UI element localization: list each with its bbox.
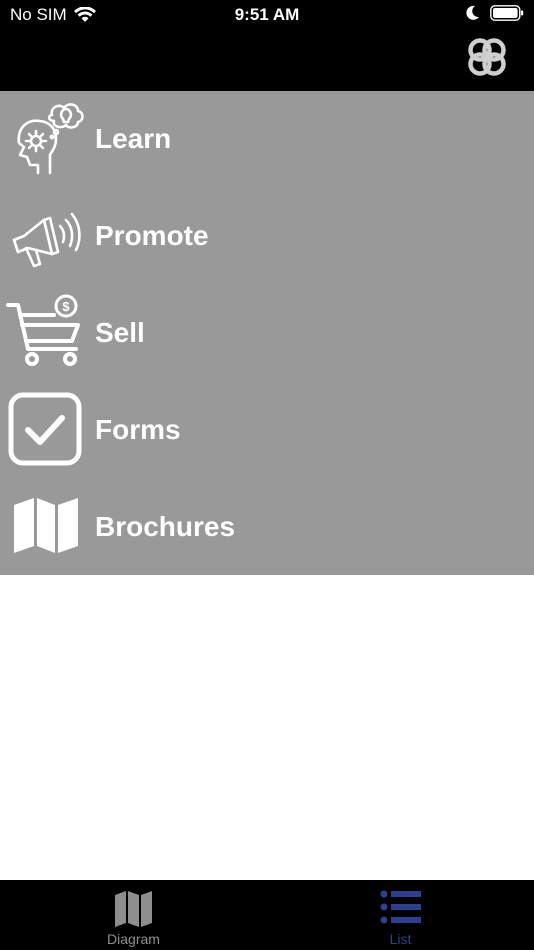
- map-icon: [114, 891, 152, 927]
- moon-icon: [466, 5, 479, 20]
- menu-item-brochures[interactable]: Brochures: [0, 478, 534, 575]
- menu-item-label: Forms: [95, 413, 181, 445]
- menu-item-label: Brochures: [95, 510, 236, 542]
- head-gears-lightbulb-icon: [6, 99, 86, 179]
- menu-item-label: Sell: [95, 316, 145, 348]
- tab-bar: Diagram List: [0, 880, 534, 950]
- menu-list: Learn Promote $ Sell Forms Brochures: [0, 91, 534, 575]
- list-icon: [380, 890, 421, 924]
- status-bar: No SIM 9:51 AM: [0, 0, 534, 30]
- map-icon: [6, 487, 86, 567]
- battery-icon: [490, 5, 524, 21]
- megaphone-icon: [6, 196, 86, 276]
- tab-label: Diagram: [107, 931, 160, 947]
- menu-item-sell[interactable]: $ Sell: [0, 285, 534, 382]
- menu-item-label: Learn: [95, 123, 172, 155]
- svg-text:$: $: [62, 299, 70, 314]
- tab-label: List: [389, 931, 412, 947]
- tab-list[interactable]: List: [267, 880, 534, 950]
- status-right: [466, 5, 524, 21]
- status-time: 9:51 AM: [234, 5, 300, 24]
- shopping-cart-dollar-icon: $: [6, 293, 86, 373]
- tab-diagram[interactable]: Diagram: [0, 880, 267, 950]
- navigation-bar: [0, 30, 534, 91]
- menu-item-learn[interactable]: Learn: [0, 91, 534, 188]
- menu-item-forms[interactable]: Forms: [0, 381, 534, 478]
- menu-item-label: Promote: [95, 220, 209, 252]
- interlocking-rings-logo-icon[interactable]: [464, 34, 510, 80]
- checkbox-icon: [6, 390, 86, 470]
- menu-item-promote[interactable]: Promote: [0, 188, 534, 285]
